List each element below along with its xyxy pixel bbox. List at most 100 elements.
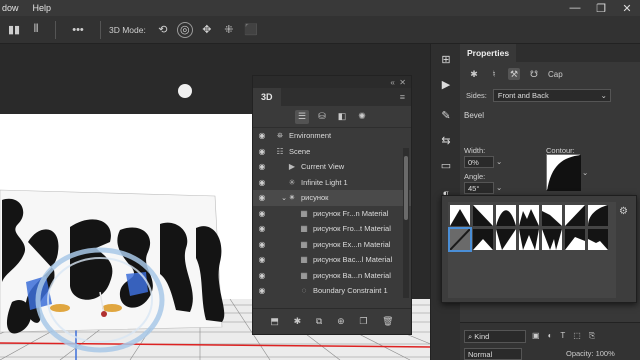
visibility-eye-icon[interactable]: ◉ <box>255 162 269 171</box>
shape-filter-icon[interactable]: ⬚ <box>573 331 581 341</box>
contour-swatch[interactable] <box>542 229 562 250</box>
brush-icon[interactable]: ✎ <box>436 105 456 125</box>
visibility-eye-icon[interactable]: ◉ <box>255 209 269 218</box>
width-input[interactable]: 0% <box>464 156 494 168</box>
contour-swatch[interactable] <box>588 229 608 250</box>
angle-input[interactable]: 45° <box>464 182 494 194</box>
separator <box>55 20 56 39</box>
menu-help[interactable]: Help <box>33 3 52 13</box>
timeline-icon[interactable]: ▭ <box>436 155 456 175</box>
contour-swatch[interactable] <box>519 229 539 250</box>
sides-dropdown[interactable]: Front and Back ⌄ <box>492 88 611 102</box>
3d-text-object[interactable] <box>0 182 252 360</box>
contour-preview[interactable] <box>546 154 581 191</box>
scrollbar-thumb[interactable] <box>404 156 408 220</box>
contour-swatch[interactable] <box>588 205 608 226</box>
contour-swatch[interactable] <box>496 205 516 226</box>
layer-kind-filter[interactable]: ⌕ Kind <box>464 330 526 343</box>
material-icon: ▦ <box>300 239 308 249</box>
filter-whole-scene-icon[interactable]: ☰ <box>295 109 309 124</box>
visibility-eye-icon[interactable]: ◉ <box>255 131 269 140</box>
blend-mode-dropdown[interactable]: Normal <box>464 348 522 360</box>
tree-item[interactable]: ◉ ✳ Infinite Light 1 <box>253 175 411 191</box>
contour-swatch[interactable] <box>519 205 539 226</box>
adjust-icon[interactable]: ⇆ <box>436 130 456 150</box>
maximize-button[interactable]: ❐ <box>588 0 614 16</box>
camera-pivot-icon[interactable] <box>178 84 192 98</box>
contour-chevron-icon[interactable]: ⌄ <box>582 168 588 177</box>
visibility-eye-icon[interactable]: ◉ <box>255 271 269 280</box>
window-controls: — ❐ ✕ <box>562 0 640 16</box>
history-icon[interactable]: ⊞ <box>436 49 456 69</box>
visibility-eye-icon[interactable]: ◉ <box>255 193 269 202</box>
contour-swatch[interactable] <box>565 229 585 250</box>
tree-item[interactable]: ◉ ▶ Current View <box>253 159 411 175</box>
contour-curve-icon <box>547 155 581 191</box>
visibility-eye-icon[interactable]: ◉ <box>255 240 269 249</box>
tree-item[interactable]: ◉ ◌ Boundary Constraint 1 <box>253 283 411 299</box>
menu-window[interactable]: dow <box>2 3 19 13</box>
light-add-icon[interactable]: ✱ <box>294 316 302 327</box>
angle-chevron-icon[interactable]: ⌄ <box>496 183 502 192</box>
scene-tree-scrollbar[interactable] <box>403 148 409 298</box>
visibility-eye-icon[interactable]: ◉ <box>255 286 269 295</box>
contour-swatch[interactable] <box>473 205 493 226</box>
close-button[interactable]: ✕ <box>614 0 640 16</box>
tree-item[interactable]: ◉ ▦ рисунок Fro...t Material <box>253 221 411 237</box>
scale-3d-icon[interactable]: ⬛ <box>243 22 259 38</box>
tab-properties[interactable]: Properties <box>460 44 517 62</box>
cap-icon[interactable]: ⚒ <box>508 68 520 80</box>
move-to-ground-icon[interactable]: ⊕ <box>337 316 345 327</box>
mesh-add-icon[interactable]: ⬒ <box>270 316 279 327</box>
tree-item[interactable]: ◉ ☷ Scene <box>253 144 411 160</box>
drag-3d-icon[interactable]: ✥ <box>199 22 215 38</box>
filter-lights-icon[interactable]: ✺ <box>355 110 369 124</box>
layer-filter-icons: ▣ ◐ T ⬚ ⎘ <box>532 331 595 341</box>
deform-icon[interactable]: ♮ <box>488 68 500 80</box>
slide-3d-icon[interactable]: ⁜ <box>221 22 237 38</box>
tree-item[interactable]: ◉ ▦ рисунок Bac...l Material <box>253 252 411 268</box>
contour-swatch[interactable] <box>473 229 493 250</box>
roll-3d-icon[interactable]: ◎ <box>176 21 193 38</box>
tree-item[interactable]: ◉ ▦ рисунок Fr...n Material <box>253 206 411 222</box>
contour-swatch[interactable] <box>542 205 562 226</box>
type-filter-icon[interactable]: T <box>560 331 565 341</box>
tab-3d[interactable]: 3D <box>253 88 281 106</box>
delete-icon[interactable]: 🗑 <box>382 316 393 327</box>
tree-item[interactable]: ◉ ⛯ Environment <box>253 128 411 144</box>
tree-item-label: рисунок Fr...n Material <box>313 208 389 218</box>
filter-materials-icon[interactable]: ◧ <box>335 110 349 124</box>
contour-swatch[interactable] <box>448 227 472 252</box>
new-light-icon[interactable]: ❐ <box>359 316 367 327</box>
tree-item[interactable]: ◉ ⌄ ✷ рисунок <box>253 190 411 206</box>
coordinates-icon[interactable]: ☋ <box>528 68 540 80</box>
contour-swatch[interactable] <box>496 229 516 250</box>
pixel-filter-icon[interactable]: ▣ <box>532 331 540 341</box>
visibility-eye-icon[interactable]: ◉ <box>255 255 269 264</box>
tree-item[interactable]: ◉ ▦ рисунок Ex...n Material <box>253 237 411 253</box>
contour-swatch[interactable] <box>565 205 585 226</box>
width-chevron-icon[interactable]: ⌄ <box>496 157 502 166</box>
mesh-icon[interactable]: ✱ <box>468 68 480 80</box>
panel-menu-icon[interactable]: ≡ <box>400 92 405 102</box>
adjustment-filter-icon[interactable]: ◐ <box>548 331 553 341</box>
minimize-button[interactable]: — <box>562 0 588 16</box>
orbit-3d-icon[interactable]: ⟲ <box>155 22 171 38</box>
distribute-icon[interactable]: ⫴ <box>28 22 44 38</box>
align-icon[interactable]: ▮▮ <box>6 22 22 38</box>
gear-icon[interactable]: ⚙ <box>619 206 628 217</box>
play-actions-icon[interactable]: ▶ <box>436 74 456 94</box>
visibility-eye-icon[interactable]: ◉ <box>255 224 269 233</box>
smart-object-filter-icon[interactable]: ⎘ <box>589 331 595 341</box>
render-icon[interactable]: ⧉ <box>316 316 322 327</box>
contour-swatch[interactable] <box>450 205 470 226</box>
panel-collapse-bar[interactable]: « ✕ <box>253 76 411 88</box>
kind-value: Kind <box>474 332 490 341</box>
tree-item[interactable]: ◉ ▦ рисунок Ba...n Material <box>253 268 411 284</box>
visibility-eye-icon[interactable]: ◉ <box>255 178 269 187</box>
cap-label: Cap <box>548 69 563 79</box>
visibility-eye-icon[interactable]: ◉ <box>255 147 269 156</box>
filter-meshes-icon[interactable]: ⛁ <box>315 110 329 124</box>
more-options-button[interactable]: ••• <box>67 22 89 38</box>
opacity-label[interactable]: Opacity: 100% <box>566 349 615 358</box>
